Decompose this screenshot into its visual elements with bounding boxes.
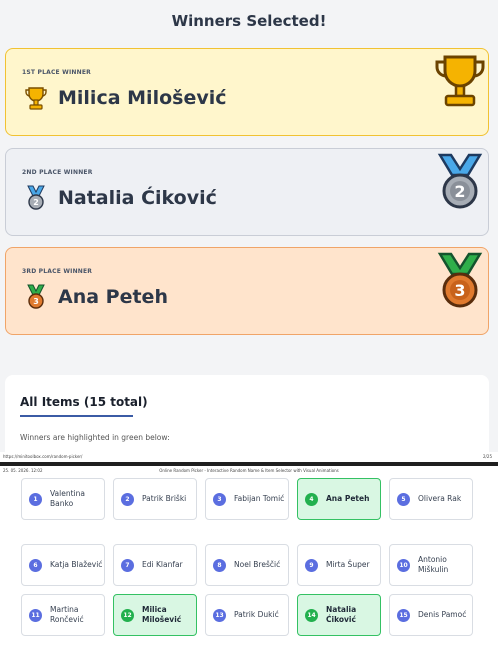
first-place-card: 1ST PLACE WINNER Milica Milošević: [5, 48, 489, 136]
item-number-badge: 2: [121, 492, 134, 506]
item-number-badge: 6: [29, 558, 42, 572]
second-place-label: 2ND PLACE WINNER: [22, 169, 93, 176]
footer-page-number: 2/25: [483, 454, 492, 459]
footer-url[interactable]: https://minitoolbox.com/random-picker/: [3, 454, 82, 459]
item-number-badge: 3: [213, 492, 226, 506]
item-tile: 5 Olivera Rak: [389, 478, 473, 520]
all-items-title: All Items (15 total): [20, 395, 148, 409]
item-tile: 11 Martina Rončević: [21, 594, 105, 636]
items-grid: 1 Valentina Banko 2 Patrik Briški 3 Fabijan T…: [0, 466, 498, 650]
item-name: Noel Breščić: [234, 560, 281, 569]
item-name: Valentina Banko: [50, 489, 85, 508]
item-tile: 6 Katja Blažević: [21, 544, 105, 586]
item-tile: 1 Valentina Banko: [21, 478, 105, 520]
winner-item-tile: 14 Natalia Ćiković: [297, 594, 381, 636]
item-tile: 3 Fabijan Tomić: [205, 478, 289, 520]
item-tile: 7 Edi Klanfar: [113, 544, 197, 586]
item-name: Mirta Šuper: [326, 560, 370, 569]
item-tile: 15 Denis Pamoć: [389, 594, 473, 636]
first-place-name: Milica Milošević: [58, 87, 227, 109]
third-place-label: 3RD PLACE WINNER: [22, 268, 93, 275]
print-footer: https://minitoolbox.com/random-picker/ 2…: [0, 452, 498, 462]
item-name: Natalia Ćiković: [326, 605, 357, 624]
svg-text:3: 3: [33, 297, 39, 306]
svg-text:3: 3: [454, 281, 465, 300]
item-name: Denis Pamoć: [418, 610, 467, 619]
item-number-badge: 13: [213, 608, 226, 622]
item-name: Patrik Dukić: [234, 610, 279, 619]
item-name: Martina Rončević: [50, 605, 84, 624]
winners-hint: Winners are highlighted in green below:: [20, 433, 170, 442]
third-place-card: 3RD PLACE WINNER 3 Ana Peteh 3: [5, 247, 489, 335]
item-tile: 10 Antonio Miškulin: [389, 544, 473, 586]
item-tile: 8 Noel Breščić: [205, 544, 289, 586]
third-place-name: Ana Peteh: [58, 286, 168, 308]
item-name: Katja Blažević: [50, 560, 103, 569]
item-name: Antonio Miškulin: [418, 555, 449, 574]
trophy-icon: [25, 87, 47, 110]
item-name: Patrik Briški: [142, 494, 187, 503]
item-number-badge: 5: [397, 492, 410, 506]
item-tile: 2 Patrik Briški: [113, 478, 197, 520]
first-place-label: 1ST PLACE WINNER: [22, 69, 91, 76]
item-number-badge: 11: [29, 608, 42, 622]
item-number-badge: 15: [397, 608, 410, 622]
item-number-badge: 1: [29, 492, 42, 506]
winners-page: Winners Selected! 1ST PLACE WINNER Milic…: [0, 0, 498, 462]
item-number-badge: 4: [305, 492, 318, 506]
item-number-badge: 12: [121, 608, 134, 622]
item-number-badge: 9: [305, 558, 318, 572]
item-number-badge: 8: [213, 558, 226, 572]
winners-heading: Winners Selected!: [171, 12, 327, 30]
item-number-badge: 14: [305, 608, 318, 622]
item-name: Milica Milošević: [142, 605, 182, 624]
bronze-medal-icon: 3: [437, 252, 483, 308]
item-tile: 9 Mirta Šuper: [297, 544, 381, 586]
item-name: Ana Peteh: [326, 494, 370, 503]
all-items-panel: All Items (15 total) Winners are highlig…: [5, 375, 489, 462]
second-place-card: 2ND PLACE WINNER 2 Natalia Ćiković 2: [5, 148, 489, 236]
second-place-name: Natalia Ćiković: [58, 187, 217, 209]
item-name: Edi Klanfar: [142, 560, 183, 569]
svg-text:2: 2: [454, 182, 465, 201]
items-page: 25. 05. 2026. 12:02 Online Random Picker…: [0, 466, 498, 650]
trophy-icon: [435, 55, 485, 107]
bronze-medal-icon: 3: [27, 284, 45, 309]
item-name: Fabijan Tomić: [234, 494, 285, 503]
winner-item-tile: 12 Milica Milošević: [113, 594, 197, 636]
silver-medal-icon: 2: [27, 185, 45, 210]
item-number-badge: 10: [397, 558, 410, 572]
item-tile: 13 Patrik Dukić: [205, 594, 289, 636]
title-underline: [20, 415, 133, 417]
item-number-badge: 7: [121, 558, 134, 572]
svg-text:2: 2: [33, 198, 39, 207]
winner-item-tile: 4 Ana Peteh: [297, 478, 381, 520]
item-name: Olivera Rak: [418, 494, 462, 503]
silver-medal-icon: 2: [437, 153, 483, 209]
